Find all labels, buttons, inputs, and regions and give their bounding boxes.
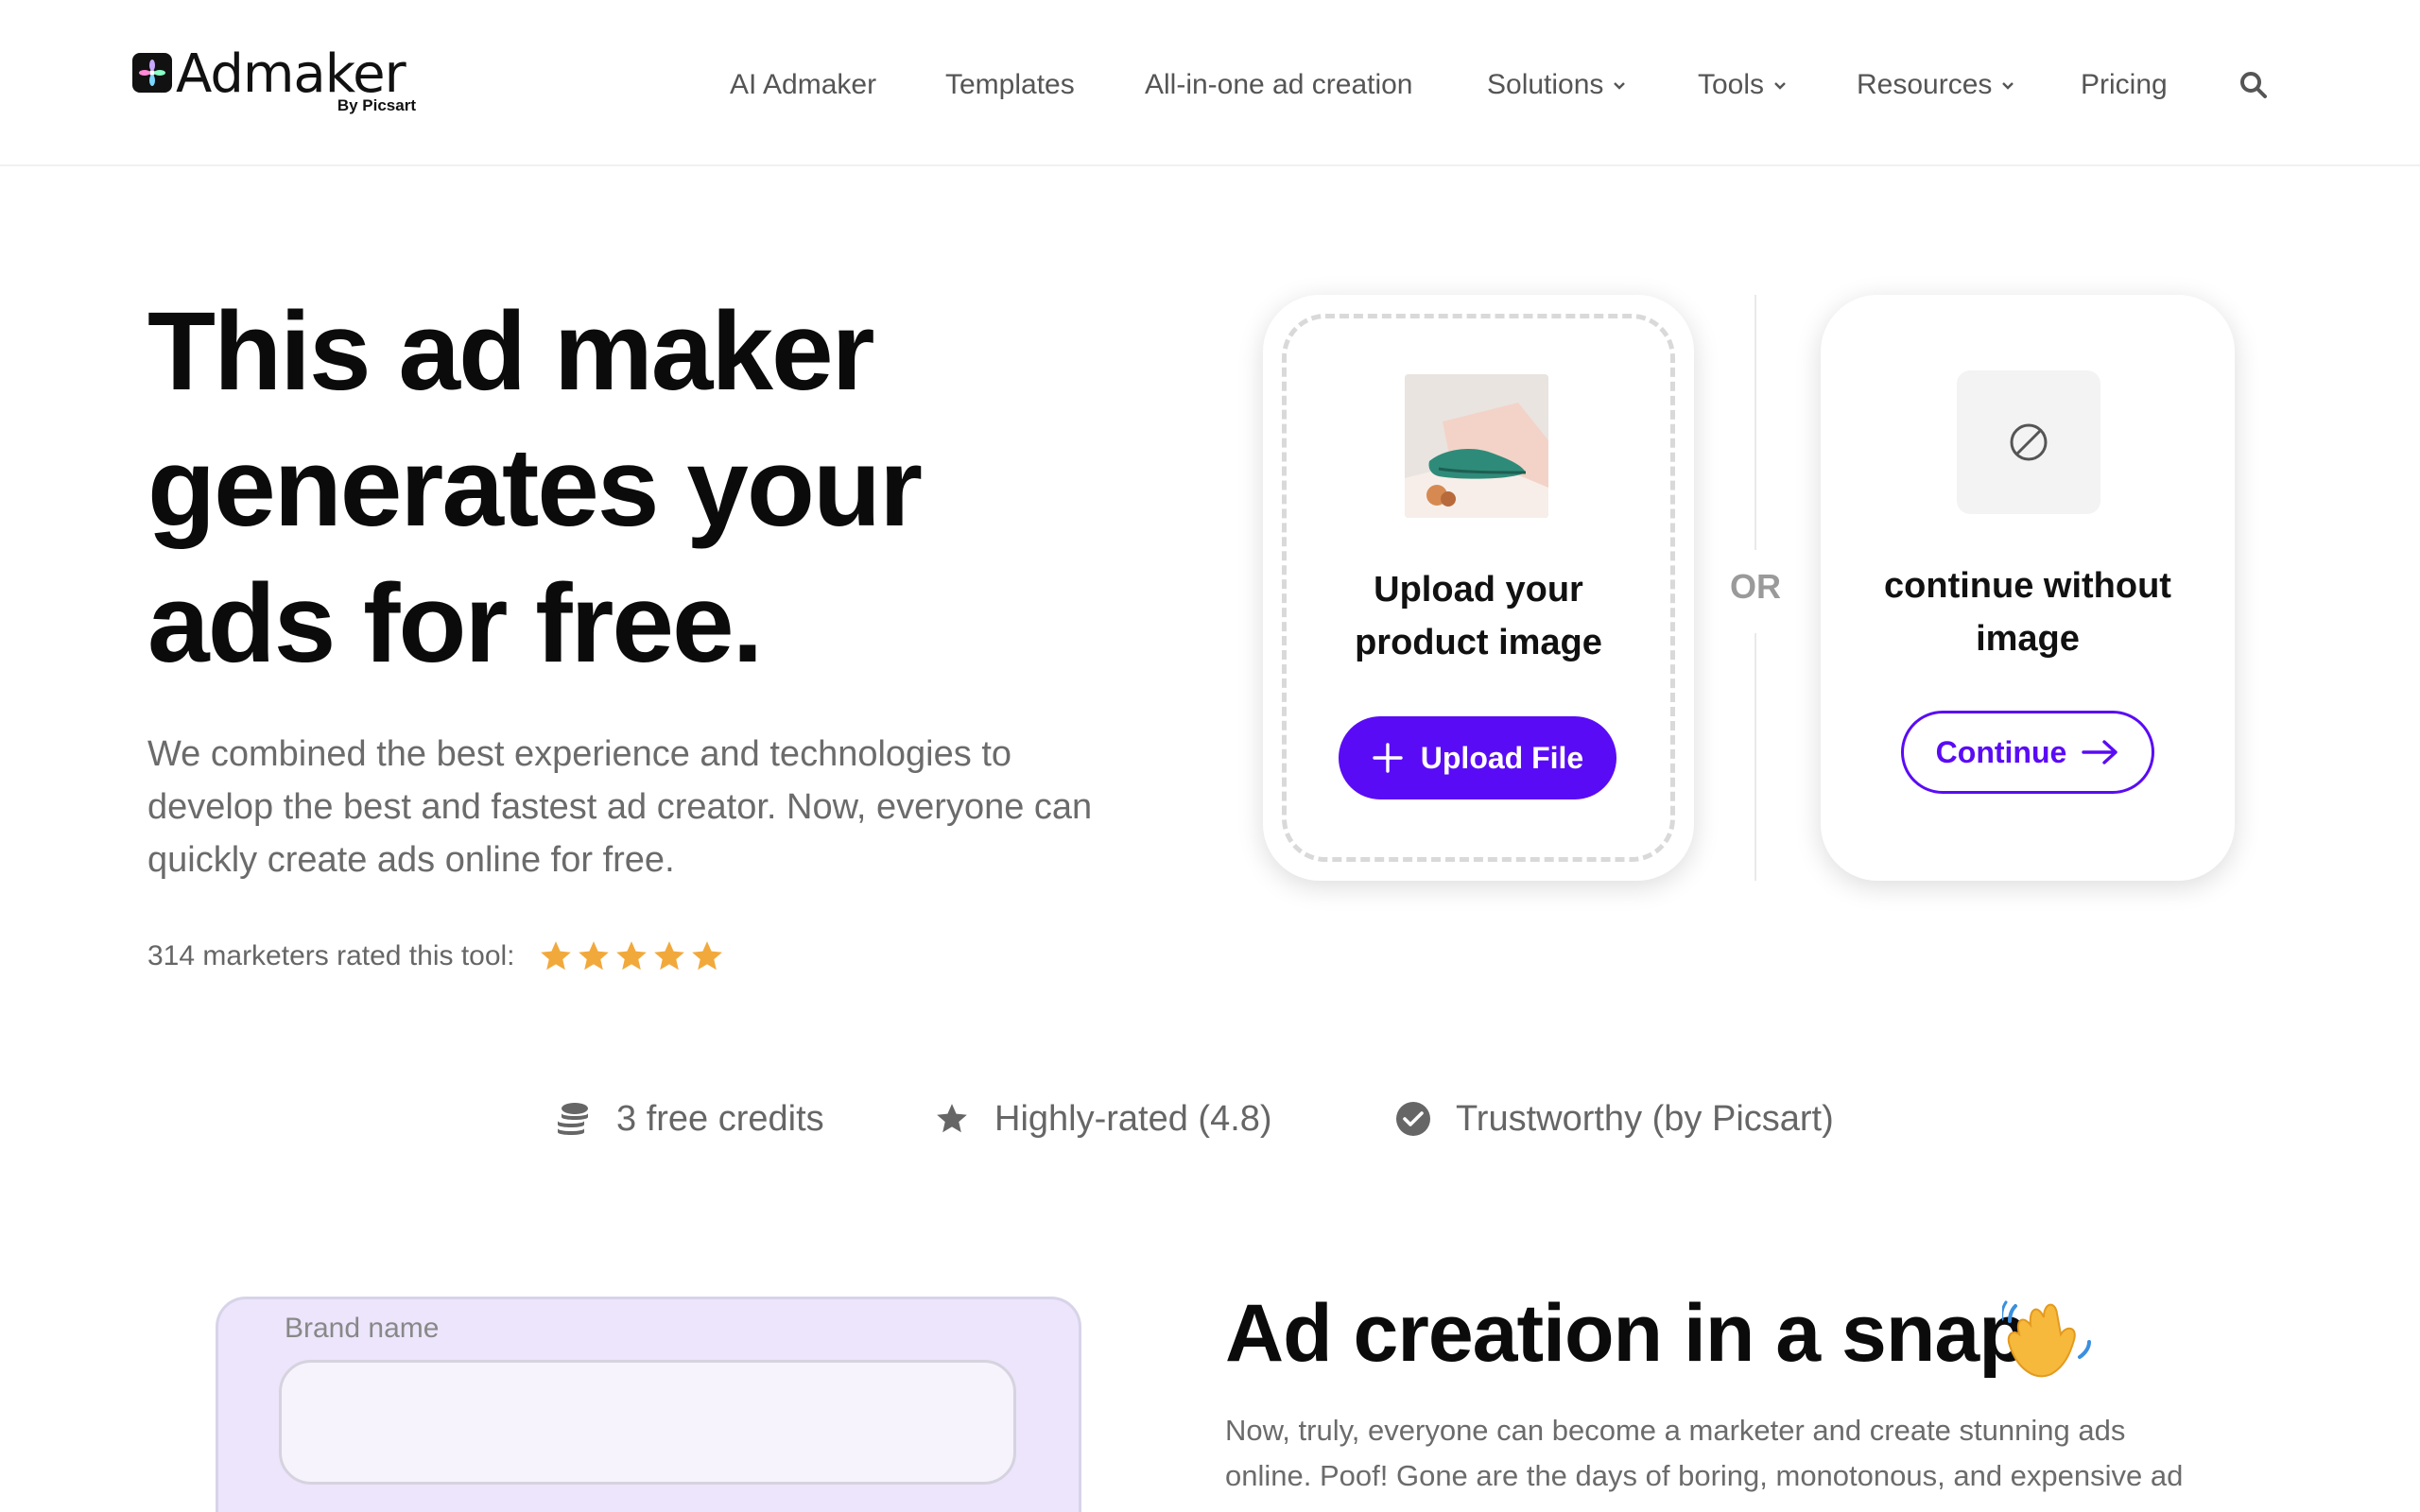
search-icon[interactable] <box>2238 70 2269 100</box>
section-description: Now, truly, everyone can become a market… <box>1225 1408 2237 1499</box>
product-example-image <box>1405 374 1548 518</box>
nav-item-resources[interactable]: Resources <box>1857 64 2014 106</box>
continue-card-label: continue without image <box>1821 559 2235 665</box>
nav-item-solutions[interactable]: Solutions <box>1487 64 1626 106</box>
check-circle-icon <box>1396 1102 1430 1136</box>
plus-icon <box>1373 743 1403 773</box>
site-header: Admaker By Picsart AI Admaker Templates … <box>0 0 2420 166</box>
hero-description-line: develop the best and fastest ad creator.… <box>147 787 1093 827</box>
continue-card[interactable]: continue without image Continue <box>1821 295 2235 881</box>
rating-star-icon <box>691 941 722 971</box>
hero-title-line: This ad maker <box>147 289 875 414</box>
nav-label: Tools <box>1698 69 1765 100</box>
section-title: Ad creation in a snap <box>1225 1288 2029 1379</box>
rating-row: 314 marketers rated this tool: <box>147 936 727 977</box>
nav-item-all-in-one[interactable]: All-in-one ad creation <box>1145 64 1413 106</box>
upload-file-button-label: Upload File <box>1420 740 1584 775</box>
section-description-line: Now, truly, everyone can become a market… <box>1225 1414 2126 1447</box>
hero-description-line: quickly create ads online for free. <box>147 840 675 880</box>
nav-label: Resources <box>1857 69 1993 100</box>
no-image-icon <box>2010 423 2048 461</box>
upload-card-label-line: Upload your <box>1374 570 1583 610</box>
brand-name-label: Brand name <box>285 1313 440 1344</box>
continue-card-label-line: continue without <box>1884 566 2171 606</box>
arrow-right-icon <box>2082 740 2118 765</box>
upload-card-label-line: product image <box>1355 623 1602 662</box>
hero-title: This ad maker generates your ads for fre… <box>147 284 1187 692</box>
no-image-placeholder <box>1957 370 2100 514</box>
feature-highly-rated: Highly-rated (4.8) <box>934 1098 1272 1140</box>
nav-label: Solutions <box>1487 69 1604 100</box>
nav-item-ai-admaker[interactable]: AI Admaker <box>730 64 876 106</box>
rating-star-icon <box>615 941 647 971</box>
section-description-line: online. Poof! Gone are the days of borin… <box>1225 1459 2184 1492</box>
waving-hand-icon <box>2002 1300 2091 1378</box>
nav-item-tools[interactable]: Tools <box>1698 64 1787 106</box>
feature-label: 3 free credits <box>616 1098 824 1139</box>
chevron-down-icon <box>2002 82 2014 90</box>
nav-item-pricing[interactable]: Pricing <box>2081 64 2168 106</box>
nav-label: Templates <box>945 69 1075 100</box>
continue-button-label: Continue <box>1935 734 2067 769</box>
hero-title-line: ads for free. <box>147 561 763 686</box>
rating-star-icon <box>578 941 609 971</box>
rating-star-icon <box>540 941 571 971</box>
nav-label: AI Admaker <box>730 69 877 100</box>
chevron-down-icon <box>1774 82 1786 90</box>
upload-file-button[interactable]: Upload File <box>1339 716 1616 799</box>
brand-name-input[interactable] <box>279 1360 1016 1485</box>
main-nav: AI Admaker Templates All-in-one ad creat… <box>0 64 2420 106</box>
star-icon <box>937 1104 967 1133</box>
hero-description: We combined the best experience and tech… <box>147 728 1178 886</box>
divider-line <box>1754 295 1756 550</box>
brand-form-panel: Brand name <box>216 1297 1081 1512</box>
continue-card-label-line: image <box>1976 619 2080 659</box>
rating-stars <box>538 938 727 974</box>
feature-free-credits: 3 free credits <box>554 1098 824 1140</box>
hero-title-line: generates your <box>147 425 923 550</box>
hero-description-line: We combined the best experience and tech… <box>147 734 1012 774</box>
coins-icon <box>558 1103 588 1135</box>
feature-label: Highly-rated (4.8) <box>994 1098 1272 1139</box>
continue-button[interactable]: Continue <box>1901 711 2154 794</box>
divider-line <box>1754 633 1756 881</box>
feature-trustworthy: Trustworthy (by Picsart) <box>1395 1098 1834 1140</box>
nav-label: All-in-one ad creation <box>1145 69 1413 100</box>
chevron-down-icon <box>1614 82 1626 90</box>
upload-card-label: Upload your product image <box>1263 563 1694 669</box>
or-label: OR <box>1730 567 1781 606</box>
rating-text: 314 marketers rated this tool: <box>147 940 515 971</box>
rating-star-icon <box>653 941 684 971</box>
nav-item-templates[interactable]: Templates <box>945 64 1075 106</box>
upload-card[interactable]: Upload your product image Upload File <box>1263 295 1694 881</box>
nav-label: Pricing <box>2081 69 2168 100</box>
feature-label: Trustworthy (by Picsart) <box>1456 1098 1834 1139</box>
